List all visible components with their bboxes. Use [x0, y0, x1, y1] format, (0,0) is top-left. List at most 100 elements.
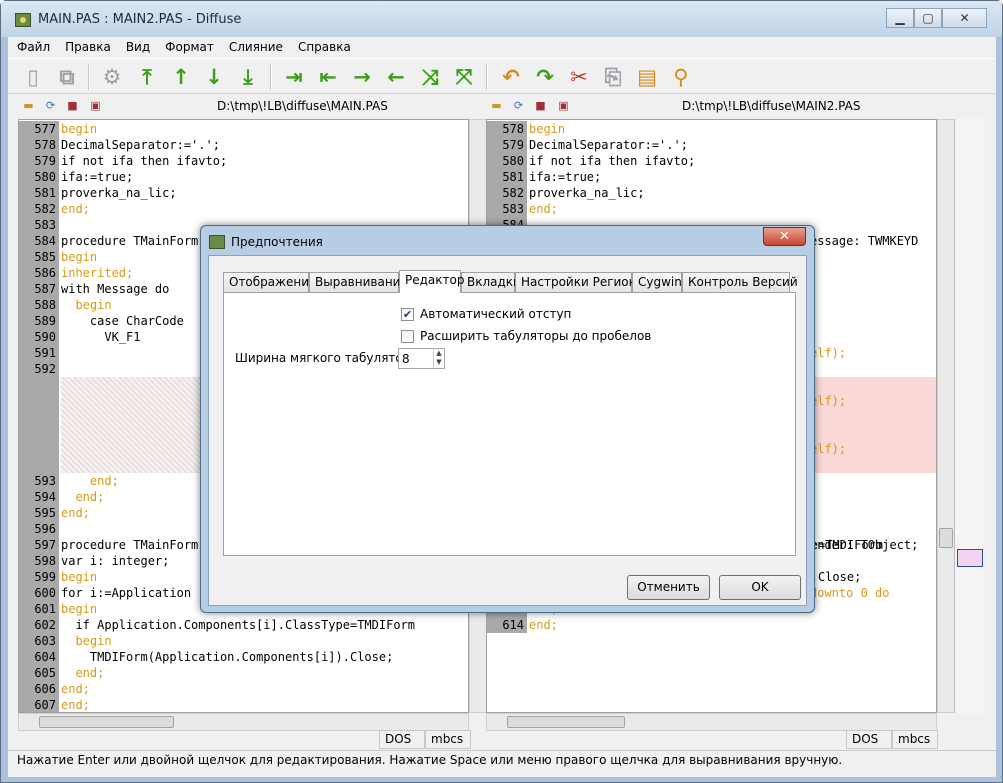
toolbar: ▯ ⧉ ⚙ ⤒ ↑ ↓ ⤓ ⇥ ⇤ → ← ⤨ ⤧ ↶ ↷ ✂ ⎘ ▤ ⚲ [8, 58, 996, 94]
left-horizontal-scrollbar[interactable] [18, 713, 469, 731]
code-line: 604 TMDIForm(Application.Components[i]).… [19, 649, 468, 665]
new-file-icon[interactable]: ▯ [20, 65, 46, 89]
first-difference-icon[interactable]: ⤒ [134, 65, 160, 89]
code-line: 582 end; [19, 201, 468, 217]
tab-regional-settings[interactable]: Настройки Региона [515, 272, 644, 292]
previous-difference-icon[interactable]: ↑ [168, 65, 194, 89]
save-icon[interactable]: ■ [66, 99, 79, 112]
line-number: 580 [19, 169, 59, 185]
code-text: TMDIForm(Application.Components[i]).Clos… [61, 650, 394, 664]
tab-version-control[interactable]: Контроль Версий [682, 272, 798, 292]
maximize-button[interactable]: ▢ [914, 8, 942, 28]
left-hscroll-thumb[interactable] [39, 716, 174, 728]
code-line: 603 begin [19, 633, 468, 649]
close-button[interactable]: ✕ [942, 8, 987, 28]
code-text: begin [61, 298, 112, 312]
auto-indent-checkbox[interactable]: ✔ [401, 308, 414, 321]
menu-file[interactable]: Файл [17, 40, 50, 54]
code-line: 578 DecimalSeparator:='.'; [19, 137, 468, 153]
code-line: 614 end; [487, 617, 936, 633]
copy-left-icon[interactable]: ← [383, 65, 409, 89]
code-text: if not ifa then ifavto; [61, 154, 228, 168]
tab-tabs[interactable]: Вкладки [461, 272, 521, 292]
line-number: 604 [19, 649, 59, 665]
tab-editor[interactable]: Редактор [399, 270, 464, 293]
save-icon[interactable]: ■ [534, 99, 547, 112]
app-icon [15, 13, 31, 27]
auto-indent-label[interactable]: Автоматический отступ [420, 307, 571, 321]
toolbar-separator [88, 64, 90, 90]
overview-viewport[interactable] [957, 549, 983, 567]
menu-format[interactable]: Формат [165, 40, 214, 54]
right-file-path: D:\tmp\!LB\diffuse\MAIN2.PAS [682, 99, 861, 113]
line-number: 595 [19, 505, 59, 521]
cancel-button[interactable]: Отменить [627, 575, 710, 600]
editor-tab-panel: ✔ Автоматический отступ Расширить табуля… [223, 292, 796, 556]
next-difference-icon[interactable]: ↓ [201, 65, 227, 89]
code-text: end; [61, 666, 105, 680]
menu-help[interactable]: Справка [298, 40, 351, 54]
title-bar[interactable]: MAIN.PAS : MAIN2.PAS - Diffuse ▁ ▢ ✕ [1, 1, 1002, 37]
line-number: 577 [19, 121, 59, 137]
clear-edits-broom-icon[interactable]: ⚲ [668, 65, 694, 89]
code-line: 581 proverka_na_lic; [19, 185, 468, 201]
window-title: MAIN.PAS : MAIN2.PAS - Diffuse [38, 12, 242, 27]
right-hscroll-thumb[interactable] [507, 716, 625, 728]
expand-tabs-checkbox[interactable] [401, 330, 414, 343]
code-line: 580 if not ifa then ifavto; [487, 153, 936, 169]
save-as-icon[interactable]: ▣ [89, 99, 102, 112]
open-file-icon[interactable]: ▬ [22, 99, 35, 112]
menu-merge[interactable]: Слияние [229, 40, 283, 54]
difference-overview-map[interactable] [954, 119, 984, 713]
merge-from-left-icon[interactable]: ⤨ [417, 65, 443, 89]
soft-tab-width-spinner[interactable]: 8 ▲ ▼ [398, 348, 445, 369]
dialog-title: Предпочтения [231, 235, 323, 249]
undo-icon[interactable]: ↶ [498, 65, 524, 89]
spinner-arrows-icon[interactable]: ▲ ▼ [433, 349, 444, 368]
line-number: 585 [19, 249, 59, 265]
new-tab-icon[interactable]: ⧉ [54, 65, 80, 89]
copy-icon[interactable]: ⎘ [600, 65, 626, 89]
right-vertical-scrollbar[interactable] [937, 119, 955, 713]
menu-edit[interactable]: Правка [65, 40, 111, 54]
ok-button[interactable]: OK [719, 575, 801, 600]
tab-alignment[interactable]: Выравнивание [309, 272, 408, 292]
right-vscroll-thumb[interactable] [939, 528, 953, 548]
menu-view[interactable]: Вид [126, 40, 150, 54]
line-number: 578 [19, 137, 59, 153]
code-text: end; [61, 682, 90, 696]
soft-tab-width-value[interactable]: 8 [402, 352, 410, 366]
shift-right-icon[interactable]: ⇥ [281, 65, 307, 89]
reload-icon[interactable]: ⟳ [44, 99, 57, 112]
code-text: proverka_na_lic; [61, 186, 177, 200]
redo-icon[interactable]: ↷ [532, 65, 558, 89]
tab-display[interactable]: Отображение [223, 272, 316, 292]
line-number: 583 [487, 201, 527, 217]
open-file-icon[interactable]: ▬ [490, 99, 503, 112]
line-number: 588 [19, 297, 59, 313]
reload-icon[interactable]: ⟳ [512, 99, 525, 112]
save-as-icon[interactable]: ▣ [557, 99, 570, 112]
expand-tabs-label[interactable]: Расширить табуляторы до пробелов [420, 329, 651, 343]
realign-gear-icon[interactable]: ⚙ [99, 65, 125, 89]
shift-left-icon[interactable]: ⇤ [315, 65, 341, 89]
last-difference-icon[interactable]: ⤓ [235, 65, 261, 89]
copy-right-icon[interactable]: → [349, 65, 375, 89]
code-line: 605 end; [19, 665, 468, 681]
dialog-body: Отображение Выравнивание Редактор Вкладк… [208, 255, 807, 606]
code-line: 579 if not ifa then ifavto; [19, 153, 468, 169]
right-horizontal-scrollbar[interactable] [486, 713, 937, 731]
minimize-button[interactable]: ▁ [886, 8, 914, 28]
cut-icon[interactable]: ✂ [566, 65, 592, 89]
tab-cygwin[interactable]: Cygwin [632, 272, 682, 292]
code-text: begin [61, 122, 98, 136]
line-number: 597 [19, 537, 59, 553]
code-text: end; [61, 474, 119, 488]
code-line: 582 proverka_na_lic; [487, 185, 936, 201]
line-number: 581 [19, 185, 59, 201]
code-line: 581 ifa:=true; [487, 169, 936, 185]
merge-from-right-icon[interactable]: ⤧ [451, 65, 477, 89]
dialog-close-button[interactable]: ✕ [763, 227, 806, 246]
paste-icon[interactable]: ▤ [634, 65, 660, 89]
line-number: 594 [19, 489, 59, 505]
